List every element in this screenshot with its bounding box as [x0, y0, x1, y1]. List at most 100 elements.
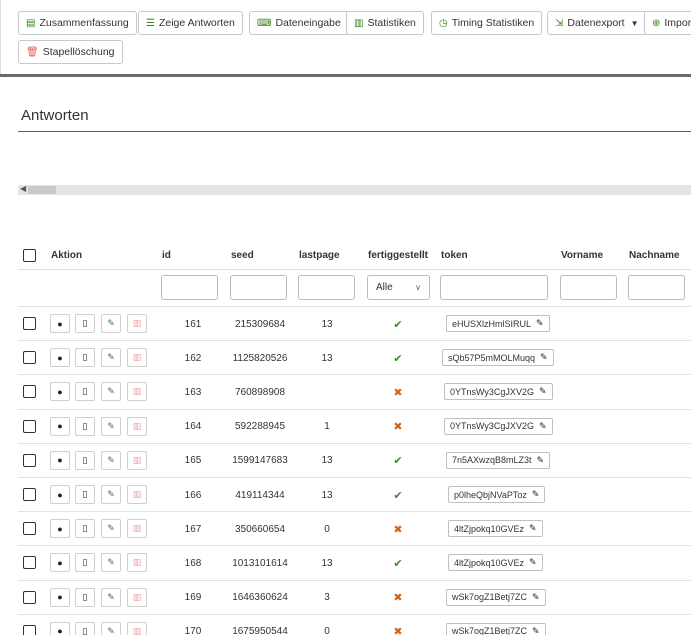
edit-button[interactable]: ✎ [101, 485, 121, 504]
pencil-icon[interactable]: ✎ [537, 455, 545, 466]
pencil-icon[interactable]: ✎ [529, 523, 537, 534]
details-button[interactable]: ▯ [75, 485, 95, 504]
delete-button[interactable]: ▥ [127, 348, 147, 368]
filter-token-input[interactable] [440, 275, 548, 300]
view-button[interactable]: ● [50, 382, 70, 402]
details-button[interactable]: ▯ [75, 314, 95, 333]
check-icon: ✔ [393, 318, 403, 331]
view-button[interactable]: ● [50, 485, 70, 504]
token-field[interactable]: 0YTnsWy3CgJXV2G ✎ [444, 417, 553, 435]
edit-button[interactable]: ✎ [101, 621, 121, 635]
details-button[interactable]: ▯ [75, 519, 95, 539]
details-button[interactable]: ▯ [75, 348, 95, 368]
row-checkbox[interactable] [23, 419, 36, 433]
pencil-icon[interactable]: ✎ [539, 386, 547, 397]
data-export-button[interactable]: ⇲ Datenexport ▼ [547, 11, 647, 35]
edit-button[interactable]: ✎ [101, 587, 121, 607]
column-header-aktion[interactable]: Aktion [51, 241, 82, 269]
delete-button[interactable]: ▥ [127, 485, 147, 504]
filter-id-input[interactable] [161, 275, 218, 300]
row-checkbox[interactable] [23, 317, 36, 330]
timing-statistics-button[interactable]: ◷ Timing Statistiken [431, 11, 543, 35]
pencil-icon[interactable]: ✎ [532, 592, 540, 603]
scrollbar-thumb[interactable] [28, 186, 56, 194]
edit-button[interactable]: ✎ [101, 348, 121, 368]
filter-nachname-input[interactable] [628, 275, 685, 300]
summary-button[interactable]: ▤ Zusammenfassung [18, 11, 137, 35]
horizontal-scrollbar[interactable]: ◀ [18, 184, 691, 195]
token-field[interactable]: eHUSXlzHmlSIRUL ✎ [446, 315, 550, 332]
details-button[interactable]: ▯ [75, 587, 95, 607]
view-button[interactable]: ● [50, 314, 70, 333]
details-button[interactable]: ▯ [75, 553, 95, 573]
delete-button[interactable]: ▥ [127, 450, 147, 470]
filter-lastpage-input[interactable] [298, 275, 355, 300]
edit-button[interactable]: ✎ [101, 314, 121, 333]
row-checkbox[interactable] [23, 522, 36, 536]
view-button[interactable]: ● [50, 519, 70, 539]
view-button[interactable]: ● [50, 416, 70, 436]
select-all-checkbox[interactable] [23, 249, 36, 262]
delete-button[interactable]: ▥ [127, 519, 147, 539]
pencil-icon[interactable]: ✎ [532, 489, 540, 500]
token-field[interactable]: 7n5AXwzqB8mLZ3t ✎ [446, 451, 551, 469]
row-checkbox[interactable] [23, 624, 36, 635]
view-button[interactable]: ● [50, 348, 70, 368]
show-responses-button[interactable]: ☰ Zeige Antworten [138, 11, 243, 35]
token-field[interactable]: wSk7ogZ1Betj7ZC ✎ [446, 622, 546, 635]
edit-button[interactable]: ✎ [101, 553, 121, 573]
row-checkbox[interactable] [23, 453, 36, 467]
row-checkbox[interactable] [23, 351, 36, 365]
delete-button[interactable]: ▥ [127, 416, 147, 436]
token-field[interactable]: 4ltZjpokq10GVEz ✎ [448, 520, 543, 538]
delete-button[interactable]: ▥ [127, 314, 147, 333]
token-field[interactable]: sQb57P5mMOLMuqq ✎ [442, 349, 554, 367]
column-header-seed[interactable]: seed [231, 241, 254, 269]
details-button[interactable]: ▯ [75, 416, 95, 436]
edit-button[interactable]: ✎ [101, 416, 121, 436]
row-checkbox[interactable] [23, 556, 36, 570]
details-button[interactable]: ▯ [75, 621, 95, 635]
row-checkbox[interactable] [23, 385, 36, 399]
cell-id: 161 [184, 318, 202, 330]
view-button[interactable]: ● [50, 553, 70, 573]
view-button[interactable]: ● [50, 587, 70, 607]
view-button[interactable]: ● [50, 450, 70, 470]
column-header-token[interactable]: token [441, 241, 468, 269]
cell-fertiggestellt: ✔ [370, 341, 426, 375]
pencil-icon[interactable]: ✎ [532, 626, 540, 635]
column-header-nachname[interactable]: Nachname [629, 241, 680, 269]
row-checkbox[interactable] [23, 590, 36, 604]
scroll-left-icon[interactable]: ◀ [20, 184, 26, 193]
token-field[interactable]: p0lheQbjNVaPToz ✎ [448, 486, 546, 503]
token-field[interactable]: 4ltZjpokq10GVEz ✎ [448, 554, 543, 572]
data-entry-button[interactable]: ⌨ Dateneingabe [249, 11, 349, 35]
row-checkbox[interactable] [23, 488, 36, 501]
token-field[interactable]: wSk7ogZ1Betj7ZC ✎ [446, 588, 546, 606]
edit-button[interactable]: ✎ [101, 519, 121, 539]
column-header-id[interactable]: id [162, 241, 171, 269]
pencil-icon[interactable]: ✎ [536, 318, 544, 329]
details-button[interactable]: ▯ [75, 382, 95, 402]
details-button[interactable]: ▯ [75, 450, 95, 470]
token-field[interactable]: 0YTnsWy3CgJXV2G ✎ [444, 383, 553, 401]
pencil-icon[interactable]: ✎ [529, 557, 537, 568]
view-button[interactable]: ● [50, 621, 70, 635]
edit-button[interactable]: ✎ [101, 382, 121, 402]
pencil-icon[interactable]: ✎ [539, 421, 547, 432]
delete-button[interactable]: ▥ [127, 382, 147, 402]
delete-button[interactable]: ▥ [127, 621, 147, 635]
batch-delete-button[interactable]: 🗑 Stapellöschung [18, 40, 123, 64]
import-button[interactable]: ⊕ Impor [644, 11, 691, 35]
pencil-icon[interactable]: ✎ [540, 352, 548, 363]
filter-vorname-input[interactable] [560, 275, 617, 300]
statistics-button[interactable]: ▥ Statistiken [346, 11, 424, 35]
column-header-vorname[interactable]: Vorname [561, 241, 603, 269]
delete-button[interactable]: ▥ [127, 553, 147, 573]
column-header-fertiggestellt[interactable]: fertiggestellt [368, 241, 428, 269]
column-header-lastpage[interactable]: lastpage [299, 241, 340, 269]
filter-seed-input[interactable] [230, 275, 287, 300]
edit-button[interactable]: ✎ [101, 450, 121, 470]
delete-button[interactable]: ▥ [127, 587, 147, 607]
filter-fertiggestellt-select[interactable]: Alle ∨ [367, 275, 430, 300]
